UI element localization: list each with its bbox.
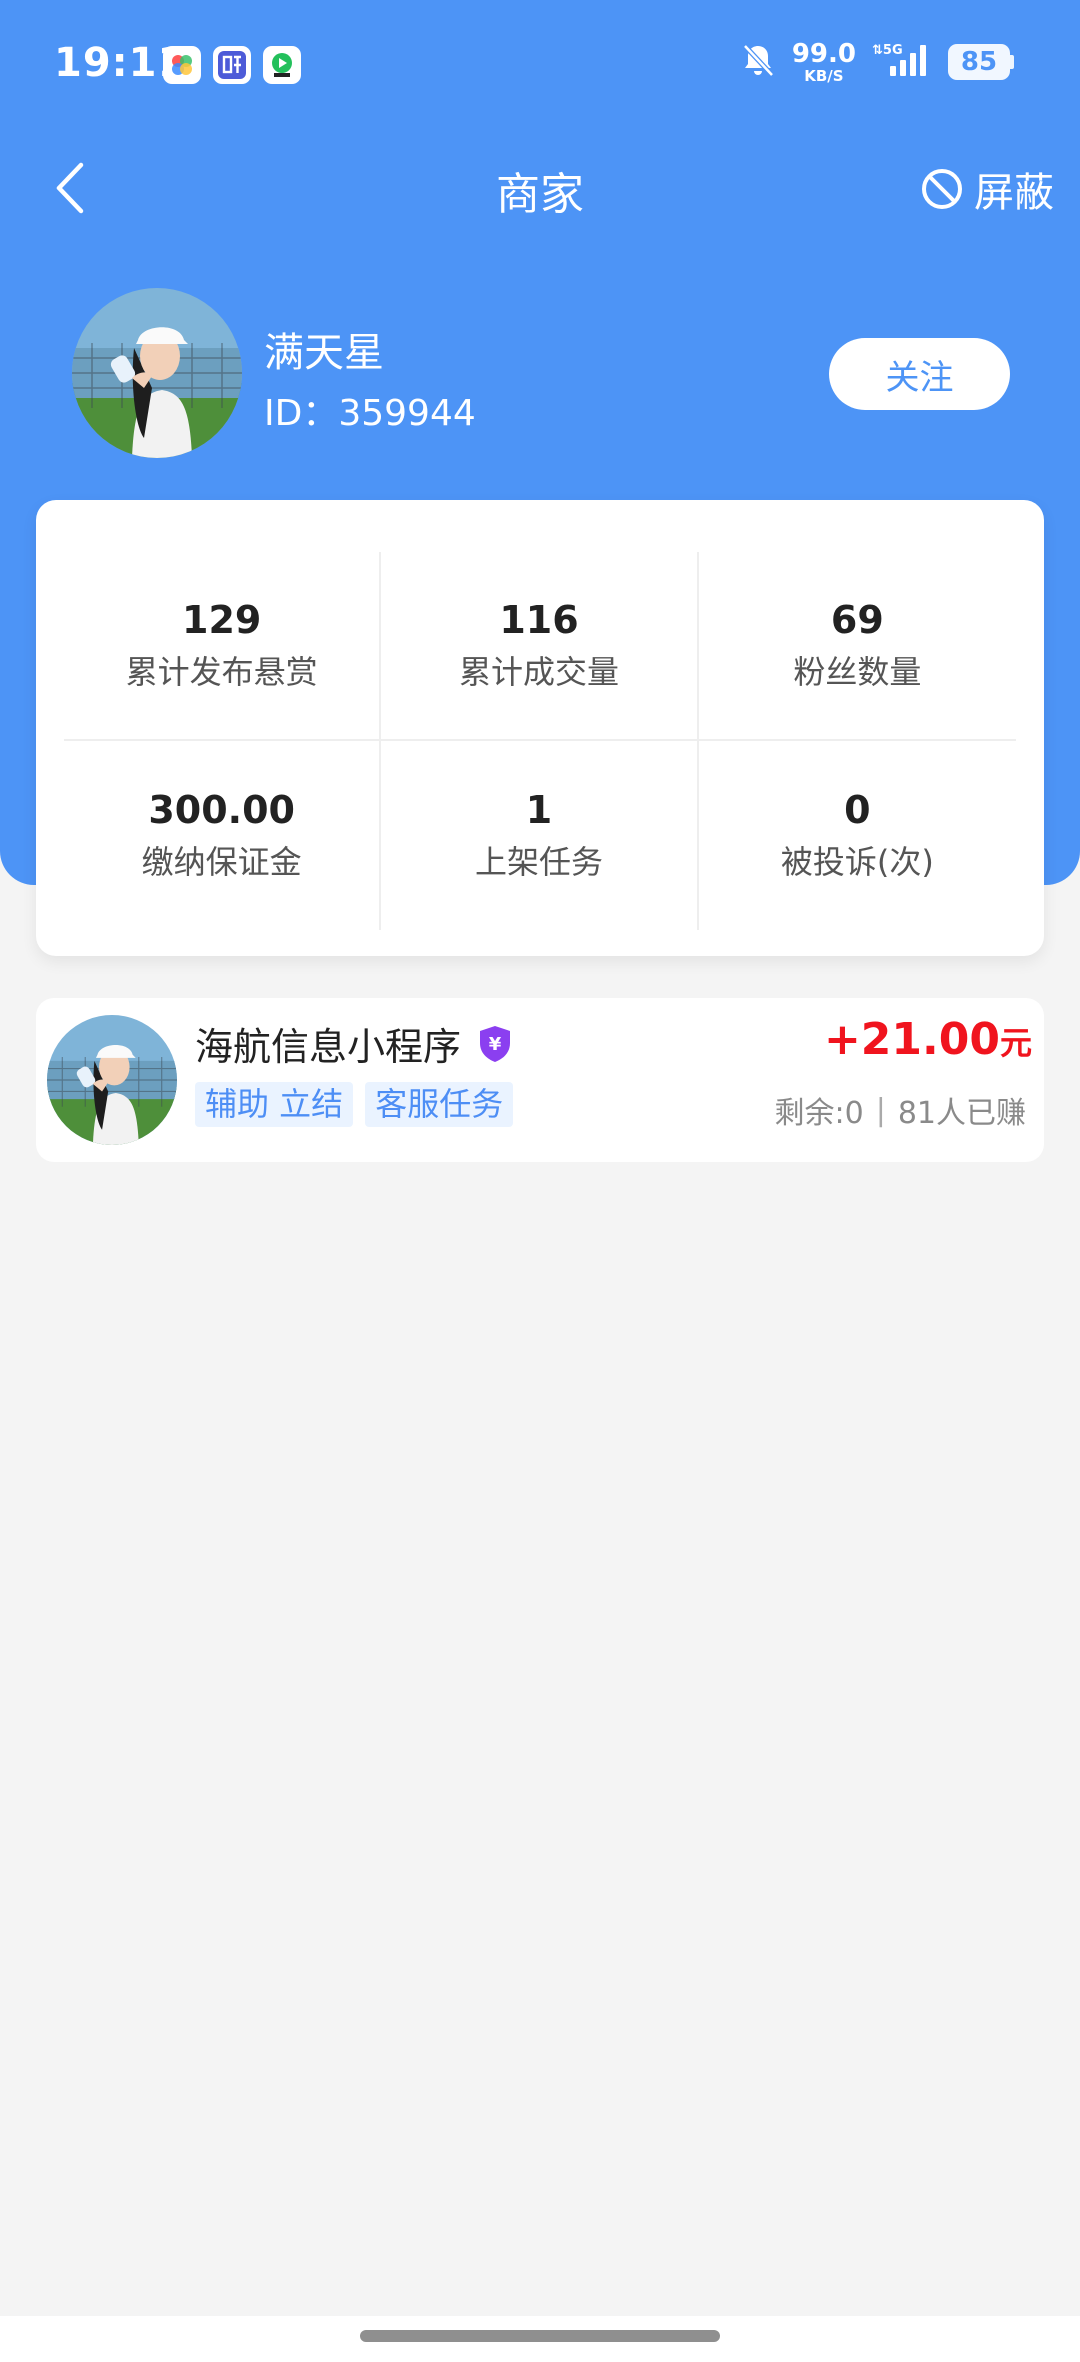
- stat-label: 被投诉(次): [780, 843, 934, 882]
- task-tag: 客服任务: [365, 1082, 514, 1127]
- back-button[interactable]: [40, 158, 100, 218]
- merchant-avatar[interactable]: [72, 288, 242, 458]
- network-speed-value: 99.0: [791, 38, 856, 69]
- stat-listed-tasks: 1 上架任务: [381, 741, 699, 930]
- reward-amount: +21.00: [823, 1014, 1000, 1065]
- tieba-app-icon: [213, 46, 251, 84]
- task-earned-count: 81人已赚: [897, 1096, 1026, 1131]
- network-speed-unit: KB/S: [804, 66, 844, 85]
- merchant-stats-card: 129 累计发布悬赏 116 累计成交量 69 粉丝数量 300.00 缴纳保证…: [36, 500, 1044, 956]
- verified-shield-icon: ¥: [477, 1024, 513, 1064]
- stats-grid: 129 累计发布悬赏 116 累计成交量 69 粉丝数量 300.00 缴纳保证…: [64, 552, 1016, 930]
- photos-app-icon: [163, 46, 201, 84]
- stat-followers: 69 粉丝数量: [698, 552, 1016, 741]
- battery-level: 85: [948, 44, 1010, 80]
- task-avatar: [47, 1015, 177, 1145]
- navigation-bar: 商家 屏蔽: [0, 140, 1080, 230]
- page-title: 商家: [496, 169, 584, 220]
- stat-value: 69: [830, 597, 884, 642]
- block-icon: [922, 169, 962, 209]
- video-app-icon: [263, 46, 301, 84]
- home-indicator[interactable]: [360, 2330, 720, 2342]
- status-bar: 19:11 99.0 KB/S ⇅5G 85: [0, 0, 1080, 130]
- stat-total-deals: 116 累计成交量: [381, 552, 699, 741]
- stat-value: 116: [499, 597, 579, 642]
- task-title: 海航信息小程序: [195, 1025, 462, 1069]
- stat-label: 粉丝数量: [793, 653, 922, 692]
- stat-label: 累计发布悬赏: [125, 653, 318, 692]
- stat-label: 缴纳保证金: [141, 843, 302, 882]
- task-tags: 辅助 立结 客服任务: [195, 1082, 514, 1127]
- network-speed: 99.0 KB/S: [792, 41, 856, 84]
- stat-label: 上架任务: [474, 843, 603, 882]
- task-title-row: 海航信息小程序 ¥: [195, 1016, 513, 1071]
- signal-5g-icon: ⇅5G: [870, 40, 934, 84]
- battery-icon: 85: [948, 44, 1014, 80]
- svg-text:⇅5G: ⇅5G: [872, 43, 903, 58]
- svg-text:¥: ¥: [489, 1034, 502, 1055]
- block-button[interactable]: 屏蔽: [920, 160, 1054, 218]
- task-remaining: 剩余:0: [774, 1096, 864, 1131]
- muted-bell-icon: [738, 40, 778, 84]
- stat-value: 129: [182, 597, 262, 642]
- task-reward: +21.00 元: [824, 1014, 1032, 1065]
- merchant-id: ID：359944: [264, 393, 476, 434]
- stat-total-rewards: 129 累计发布悬赏: [64, 552, 382, 741]
- gesture-bar: [0, 2316, 1080, 2362]
- merchant-profile: 满天星 ID：359944 关注: [72, 288, 1012, 458]
- status-indicators: 99.0 KB/S ⇅5G 85: [738, 40, 1014, 84]
- chevron-left-icon: [56, 162, 84, 214]
- stat-complaints: 0 被投诉(次): [699, 741, 1016, 930]
- meta-divider: |: [875, 1092, 886, 1128]
- stat-value: 300.00: [148, 787, 295, 832]
- follow-button[interactable]: 关注: [829, 338, 1010, 410]
- stat-value: 0: [844, 787, 871, 832]
- task-tag: 辅助 立结: [195, 1082, 354, 1127]
- stat-value: 1: [525, 787, 553, 832]
- block-label: 屏蔽: [974, 170, 1054, 216]
- merchant-name: 满天星: [264, 330, 384, 376]
- stat-deposit: 300.00 缴纳保证金: [64, 741, 382, 930]
- stat-label: 累计成交量: [458, 653, 619, 692]
- notification-app-icons: [163, 46, 301, 84]
- reward-unit: 元: [999, 1024, 1032, 1062]
- task-list-item[interactable]: 海航信息小程序 ¥ 辅助 立结 客服任务 +21.00 元 剩余:0 | 81人…: [36, 998, 1044, 1162]
- battery-tip: [1010, 55, 1014, 69]
- task-meta: 剩余:0 | 81人已赚: [775, 1088, 1027, 1132]
